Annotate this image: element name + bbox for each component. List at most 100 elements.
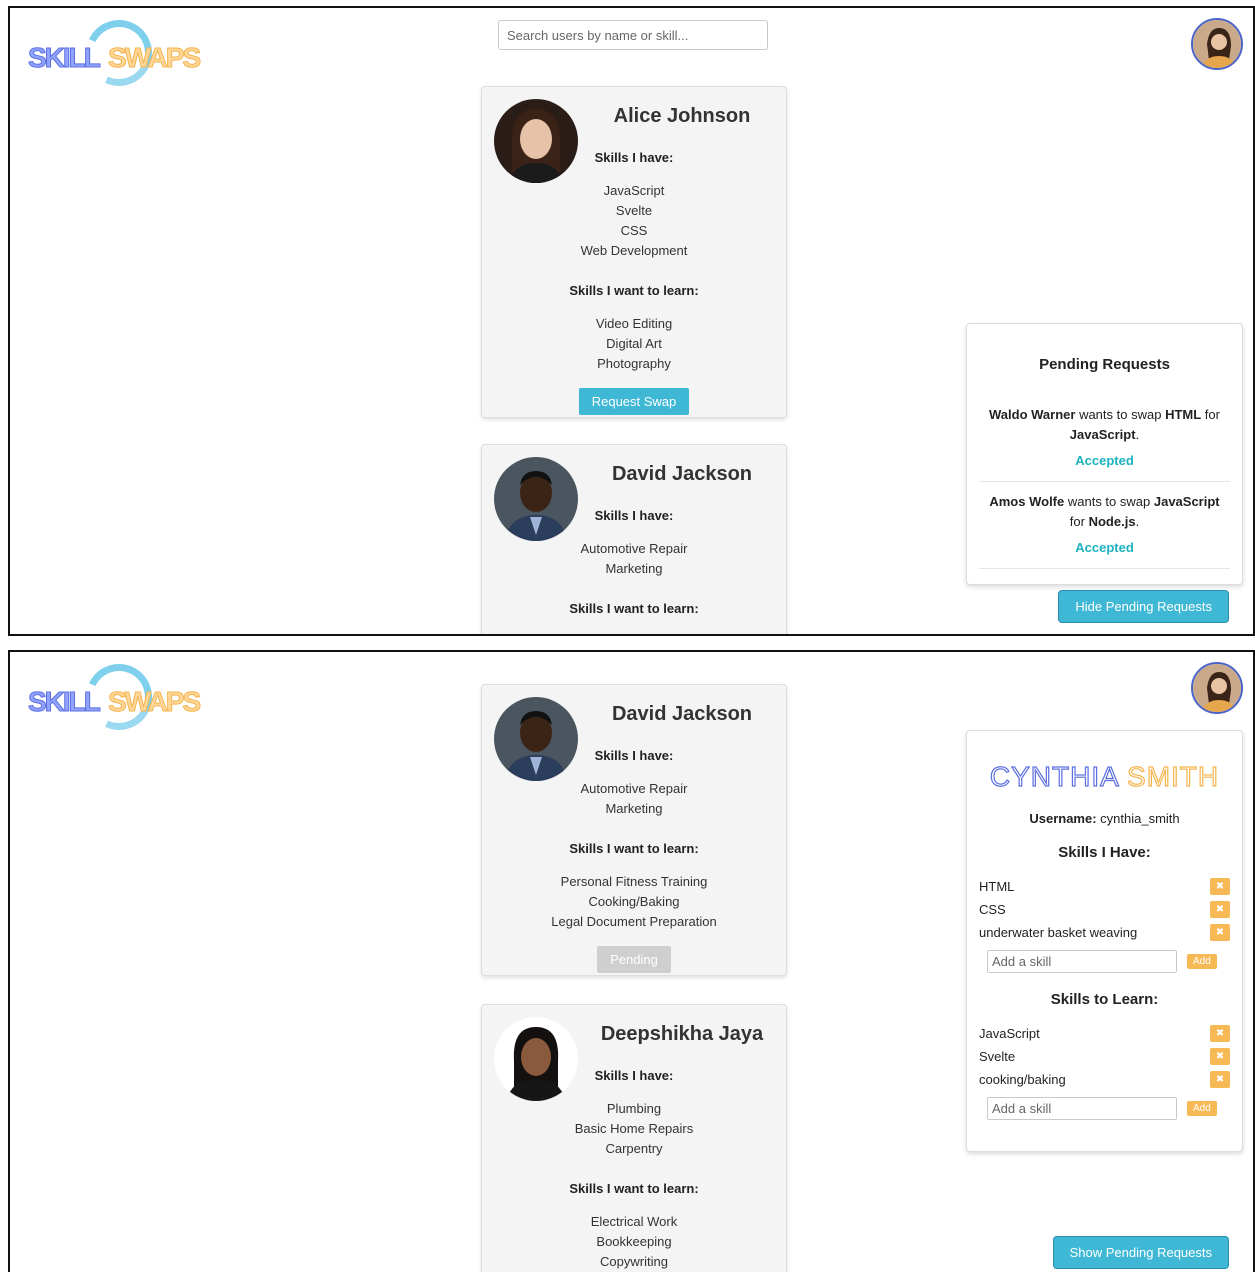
request-sender: Waldo Warner [989, 407, 1076, 422]
skill-item: Carpentry [605, 1141, 663, 1156]
divider [979, 568, 1230, 569]
pending-requests-title: Pending Requests [1039, 356, 1170, 373]
skills-have-list: Automotive Repair Marketing [482, 539, 786, 579]
skills-learn-heading: Skills I want to learn: [569, 841, 699, 856]
skill-label: Svelte [979, 1049, 1016, 1064]
skills-learn-heading: Skills I want to learn: [569, 1181, 699, 1196]
profile-last-name: SMITH [1126, 760, 1220, 792]
skill-swaps-logo[interactable]: SKILL SWAPS [28, 10, 202, 96]
username-label: Username: [1029, 811, 1097, 826]
skill-item: Photography [597, 356, 671, 371]
user-name: Deepshikha Jaya [600, 1023, 764, 1045]
offered-skill: HTML [1165, 407, 1202, 422]
divider [979, 481, 1230, 482]
search-input[interactable] [498, 20, 768, 50]
skill-item: Marketing [605, 561, 663, 576]
user-photo [494, 697, 578, 781]
skill-item: Automotive Repair [580, 541, 688, 556]
remove-skill-button[interactable]: ✖ [1210, 1025, 1230, 1042]
user-avatar[interactable] [1191, 18, 1243, 70]
skill-item: Legal Document Preparation [551, 914, 717, 929]
username-line: Username: cynthia_smith [967, 811, 1242, 826]
screenshot-profile-view: SKILL SWAPS David Jackson Skills I have:… [8, 650, 1255, 1272]
user-card: David Jackson Skills I have: Automotive … [481, 444, 787, 634]
user-card: David Jackson Skills I have: Automotive … [481, 684, 787, 976]
logo-word-swaps: SWAPS [107, 42, 201, 74]
add-skill-learn-row: Add [987, 1097, 1230, 1120]
username-value: cynthia_smith [1100, 811, 1180, 826]
add-skill-have-row: Add [987, 950, 1230, 973]
status-badge: Accepted [1075, 453, 1134, 468]
status-badge: Accepted [1075, 540, 1134, 555]
user-card: Deepshikha Jaya Skills I have: Plumbing … [481, 1004, 787, 1272]
skill-label: cooking/baking [979, 1072, 1066, 1087]
profile-first-name: CYNTHIA [989, 760, 1119, 792]
skill-item: Video Editing [595, 316, 673, 331]
profile-skills-have-list: HTML ✖ CSS ✖ underwater basket weaving ✖ [979, 875, 1230, 944]
list-item: underwater basket weaving ✖ [979, 921, 1230, 944]
skills-learn-list: Personal Fitness Training Cooking/Baking… [482, 872, 786, 932]
remove-skill-button[interactable]: ✖ [1210, 924, 1230, 941]
remove-skill-button[interactable]: ✖ [1210, 901, 1230, 918]
profile-panel: CYNTHIA SMITH Username: cynthia_smith Sk… [966, 730, 1243, 1152]
add-skill-learn-input[interactable] [987, 1097, 1177, 1120]
user-card: Alice Johnson Skills I have: JavaScript … [481, 86, 787, 418]
request-text: wants to swap [1064, 494, 1154, 509]
skill-item: Basic Home Repairs [574, 1121, 694, 1136]
skills-have-list: JavaScript Svelte CSS Web Development [482, 181, 786, 261]
wanted-skill: Node.js [1088, 514, 1136, 529]
skill-item: JavaScript [603, 183, 665, 198]
pending-button[interactable]: Pending [597, 946, 671, 973]
skill-item: Personal Fitness Training [560, 874, 708, 889]
remove-skill-button[interactable]: ✖ [1210, 1048, 1230, 1065]
screenshot-pending-view: SKILL SWAPS Alice Johnson Skills I have:… [8, 6, 1255, 636]
request-text: for [1201, 407, 1220, 422]
user-name: Alice Johnson [613, 105, 751, 127]
skill-item: Bookkeeping [596, 1234, 672, 1249]
skills-learn-list: Electrical Work Bookkeeping Copywriting [482, 1212, 786, 1272]
skill-item: Personal Fitness Training [482, 632, 786, 634]
user-name: David Jackson [611, 463, 753, 485]
add-skill-have-input[interactable] [987, 950, 1177, 973]
pending-requests-panel: Pending Requests Waldo Warner wants to s… [966, 323, 1243, 585]
skill-item: CSS [620, 223, 648, 238]
skill-item: Svelte [615, 203, 653, 218]
request-swap-button[interactable]: Request Swap [578, 388, 690, 415]
user-photo [494, 1017, 578, 1101]
skills-have-list: Automotive Repair Marketing [482, 779, 786, 819]
profile-skills-learn-list: JavaScript ✖ Svelte ✖ cooking/baking ✖ [979, 1022, 1230, 1091]
show-pending-requests-button[interactable]: Show Pending Requests [1052, 1236, 1229, 1269]
skill-item: Copywriting [600, 1254, 668, 1269]
offered-skill: JavaScript [1153, 494, 1220, 509]
skills-learn-heading: Skills I want to learn: [569, 601, 699, 616]
logo-word-skill: SKILL [28, 42, 102, 74]
user-name: David Jackson [611, 703, 753, 725]
request-text: . [1135, 514, 1140, 529]
list-item: HTML ✖ [979, 875, 1230, 898]
skill-item: Web Development [580, 243, 688, 258]
skill-swaps-logo[interactable]: SKILL SWAPS [28, 654, 202, 740]
logo-word-swaps: SWAPS [107, 686, 201, 718]
remove-skill-button[interactable]: ✖ [1210, 1071, 1230, 1088]
add-skill-learn-button[interactable]: Add [1187, 1101, 1217, 1116]
user-photo [494, 99, 578, 183]
wanted-skill: JavaScript [1069, 427, 1136, 442]
skill-label: JavaScript [979, 1026, 1040, 1041]
add-skill-have-button[interactable]: Add [1187, 954, 1217, 969]
skill-item: Cooking/Baking [588, 894, 680, 909]
skills-learn-list: Video Editing Digital Art Photography [482, 314, 786, 374]
skills-learn-heading: Skills I want to learn: [569, 283, 699, 298]
skills-learn-list: Personal Fitness Training [482, 632, 786, 634]
skill-label: underwater basket weaving [979, 925, 1138, 940]
request-sender: Amos Wolfe [989, 494, 1065, 509]
list-item: cooking/baking ✖ [979, 1068, 1230, 1091]
user-avatar[interactable] [1191, 662, 1243, 714]
skill-label: CSS [979, 902, 1006, 917]
request-text: for [1069, 514, 1089, 529]
list-item: JavaScript ✖ [979, 1022, 1230, 1045]
hide-pending-requests-button[interactable]: Hide Pending Requests [1058, 590, 1229, 623]
list-item: Svelte ✖ [979, 1045, 1230, 1068]
skill-item: Digital Art [606, 336, 662, 351]
list-item: CSS ✖ [979, 898, 1230, 921]
remove-skill-button[interactable]: ✖ [1210, 878, 1230, 895]
